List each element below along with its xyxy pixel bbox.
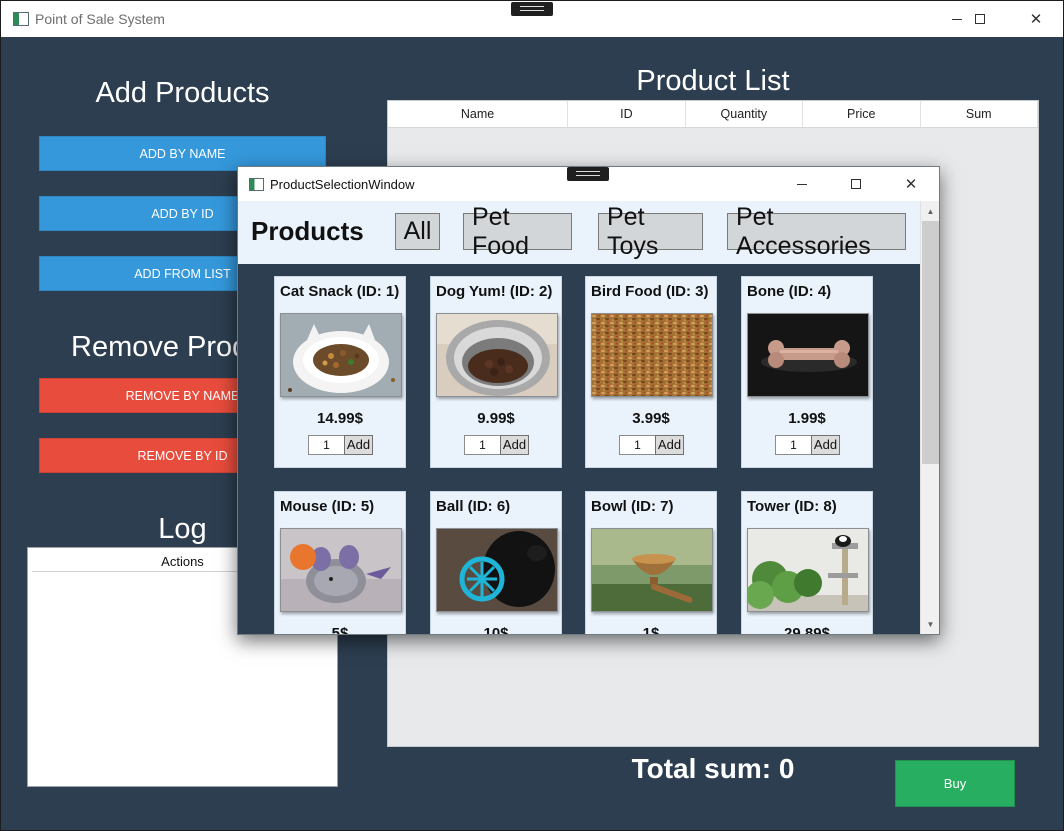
product-price: 1$	[642, 625, 660, 635]
column-sum[interactable]: Sum	[921, 101, 1038, 127]
brass-bowl-image	[591, 528, 713, 612]
drag-grip-icon[interactable]	[511, 2, 553, 16]
product-price: 29.89$	[784, 625, 830, 635]
cat-tower-image	[747, 528, 869, 612]
filter-all-button[interactable]: All	[395, 213, 440, 250]
toy-mouse-image	[280, 528, 402, 612]
category-filter-bar: Products All Pet Food Pet Toys Pet Acces…	[238, 201, 920, 264]
product-price: 3.99$	[632, 410, 670, 427]
quantity-input[interactable]: 1	[619, 435, 656, 455]
dog-food-bowl-image	[436, 313, 558, 397]
filter-pet-accessories-button[interactable]: Pet Accessories	[727, 203, 906, 260]
title-bar: Point of Sale System ✕	[1, 1, 1063, 37]
product-name: Bowl (ID: 7)	[591, 498, 674, 515]
dialog-title: ProductSelectionWindow	[270, 177, 415, 192]
dialog-window-icon	[249, 178, 264, 191]
scrollbar-thumb[interactable]	[922, 221, 939, 464]
add-to-list-button[interactable]: Add	[655, 435, 684, 455]
maximize-icon	[975, 14, 985, 24]
product-price: 1.99$	[788, 410, 826, 427]
remove-products-heading: Remove Prod	[71, 331, 249, 363]
filter-pet-toys-button[interactable]: Pet Toys	[598, 203, 703, 260]
product-card: Bowl (ID: 7) 1$	[585, 491, 717, 635]
maximize-icon	[851, 179, 861, 189]
product-card: Bone (ID: 4) 1.99$ 1 Add	[741, 276, 873, 468]
cat-snack-bowl-image	[280, 313, 402, 397]
product-grid: Cat Snack (ID: 1) 14.99$ 1 Add Dog Yum! …	[274, 276, 894, 635]
scroll-up-icon[interactable]: ▲	[921, 202, 939, 220]
minimize-icon	[797, 183, 807, 185]
maximize-button[interactable]	[957, 1, 1003, 37]
dialog-close-button[interactable]: ✕	[888, 167, 934, 201]
product-price: 9.99$	[477, 410, 515, 427]
add-products-heading: Add Products	[95, 77, 270, 109]
add-to-list-button[interactable]: Add	[344, 435, 373, 455]
buy-button[interactable]: Buy	[895, 760, 1015, 807]
scroll-down-icon[interactable]: ▼	[921, 615, 939, 633]
product-price: 10$	[483, 625, 509, 635]
product-name: Dog Yum! (ID: 2)	[436, 283, 553, 300]
total-sum: Total sum: 0	[631, 753, 795, 784]
column-quantity[interactable]: Quantity	[686, 101, 804, 127]
product-card: Ball (ID: 6) 10$	[430, 491, 562, 635]
product-list-heading: Product List	[636, 65, 790, 97]
dialog-minimize-button[interactable]	[779, 167, 825, 201]
dialog-title-bar: ProductSelectionWindow ✕	[238, 167, 939, 201]
product-card: Tower (ID: 8) 29.89$	[741, 491, 873, 635]
product-card: Mouse (ID: 5) 5$	[274, 491, 406, 635]
dialog-maximize-button[interactable]	[833, 167, 879, 201]
bird-seed-image	[591, 313, 713, 397]
product-name: Tower (ID: 8)	[747, 498, 837, 515]
close-icon: ✕	[1029, 10, 1043, 28]
close-button[interactable]: ✕	[1013, 1, 1059, 37]
product-card: Cat Snack (ID: 1) 14.99$ 1 Add	[274, 276, 406, 468]
dialog-drag-grip-icon[interactable]	[567, 167, 609, 181]
product-name: Cat Snack (ID: 1)	[280, 283, 400, 300]
app-window-icon	[13, 12, 29, 26]
product-name: Mouse (ID: 5)	[280, 498, 375, 515]
product-card: Bird Food (ID: 3) 3.99$ 1 Add	[585, 276, 717, 468]
column-name[interactable]: Name	[388, 101, 569, 127]
quantity-input[interactable]: 1	[775, 435, 812, 455]
filter-pet-food-button[interactable]: Pet Food	[463, 203, 572, 260]
product-card: Dog Yum! (ID: 2) 9.99$ 1 Add	[430, 276, 562, 468]
vertical-scrollbar[interactable]: ▲ ▼	[920, 201, 939, 634]
products-label: Products	[251, 216, 364, 246]
quantity-input[interactable]: 1	[308, 435, 345, 455]
product-name: Bone (ID: 4)	[747, 283, 832, 300]
dog-ball-image	[436, 528, 558, 612]
quantity-input[interactable]: 1	[464, 435, 501, 455]
product-list-header: Name ID Quantity Price Sum	[388, 101, 1038, 128]
bone-image	[747, 313, 869, 397]
window-title: Point of Sale System	[35, 11, 165, 27]
add-to-list-button[interactable]: Add	[500, 435, 529, 455]
column-price[interactable]: Price	[803, 101, 921, 127]
product-name: Ball (ID: 6)	[436, 498, 511, 515]
close-icon: ✕	[904, 175, 918, 193]
product-selection-dialog: ProductSelectionWindow ✕ Products All Pe…	[237, 166, 940, 635]
product-name: Bird Food (ID: 3)	[591, 283, 709, 300]
product-price: 14.99$	[317, 410, 363, 427]
product-price: 5$	[331, 625, 349, 635]
add-to-list-button[interactable]: Add	[811, 435, 840, 455]
column-id[interactable]: ID	[568, 101, 686, 127]
